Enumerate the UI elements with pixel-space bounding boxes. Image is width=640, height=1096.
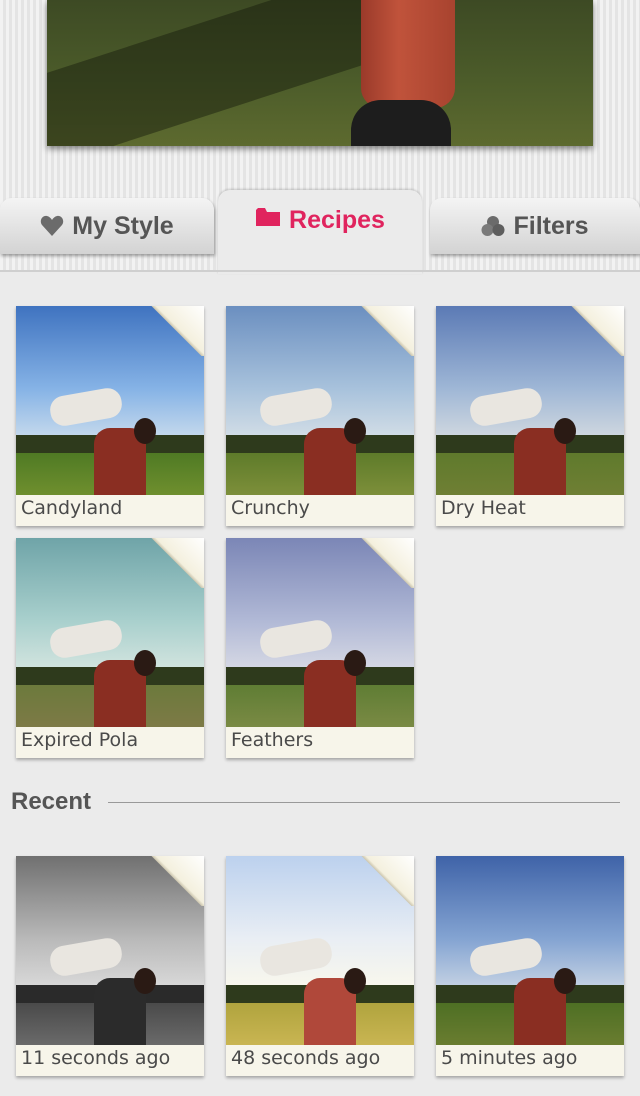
thumbnail-label: Crunchy xyxy=(231,497,310,519)
recipe-thumb-candyland[interactable]: Candyland xyxy=(16,306,204,526)
recipe-thumb-expired-pola[interactable]: Expired Pola xyxy=(16,538,204,758)
thumbnail-image xyxy=(436,856,624,1045)
circles-icon xyxy=(481,215,505,237)
recipe-thumb-dry-heat[interactable]: Dry Heat xyxy=(436,306,624,526)
tab-my-style-label: My Style xyxy=(72,211,174,240)
thumbnail-label: 5 minutes ago xyxy=(441,1047,578,1069)
recent-thumb-5-minutes-ago[interactable]: 5 minutes ago xyxy=(436,856,624,1076)
tab-recipes[interactable]: Recipes xyxy=(218,190,422,274)
thumbnail-label: 11 seconds ago xyxy=(21,1047,171,1069)
main-photo xyxy=(47,0,593,146)
tabs-divider xyxy=(0,270,640,272)
tab-filters-label: Filters xyxy=(513,211,589,240)
recent-thumb-48-seconds-ago[interactable]: 48 seconds ago xyxy=(226,856,414,1076)
recent-divider xyxy=(108,802,620,803)
thumbnail-label: Feathers xyxy=(231,729,314,751)
folder-icon xyxy=(255,206,281,228)
tab-filters[interactable]: Filters xyxy=(430,198,640,254)
recent-heading: Recent xyxy=(11,788,92,815)
tab-my-style[interactable]: My Style xyxy=(0,198,214,254)
heart-icon xyxy=(40,215,64,237)
recipe-thumb-crunchy[interactable]: Crunchy xyxy=(226,306,414,526)
thumbnail-label: Candyland xyxy=(21,497,123,519)
thumbnail-label: Dry Heat xyxy=(441,497,526,519)
thumbnail-label: Expired Pola xyxy=(21,729,139,751)
recipe-thumb-feathers[interactable]: Feathers xyxy=(226,538,414,758)
tab-recipes-label: Recipes xyxy=(289,206,385,234)
recent-thumb-11-seconds-ago[interactable]: 11 seconds ago xyxy=(16,856,204,1076)
thumbnail-label: 48 seconds ago xyxy=(231,1047,381,1069)
